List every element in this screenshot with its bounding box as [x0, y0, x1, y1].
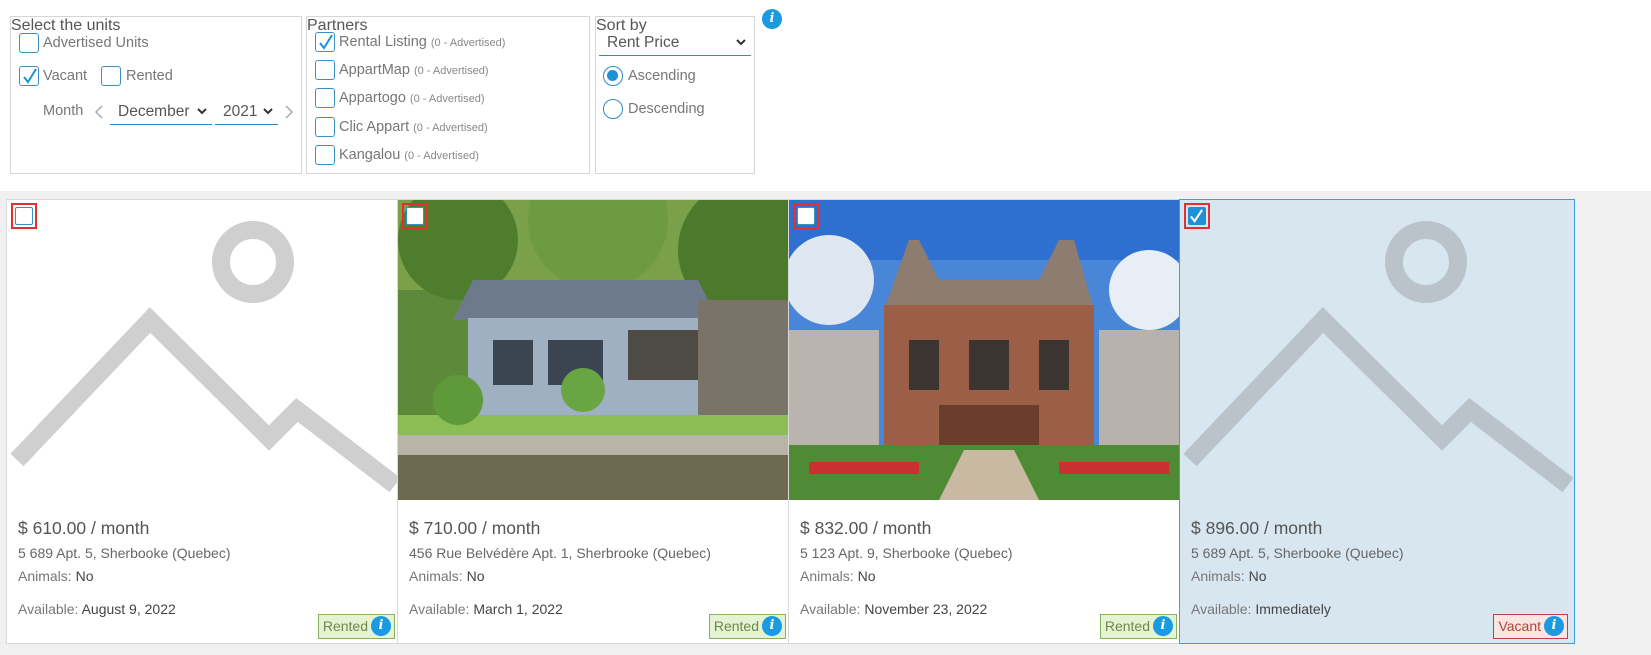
partner-checkbox-appartmap[interactable] [315, 60, 335, 80]
placeholder-image-icon [7, 200, 401, 500]
listing-animals: Animals: No [800, 568, 876, 584]
vacant-label[interactable]: Vacant [43, 68, 87, 84]
listing-availability: Available: Immediately [1191, 601, 1331, 617]
filters-info-icon[interactable]: i [762, 9, 782, 29]
listing-availability: Available: August 9, 2022 [18, 601, 176, 617]
listing-address: 5 123 Apt. 9, Sherbooke (Quebec) [800, 545, 1013, 561]
advertised-units-label[interactable]: Advertised Units [43, 35, 149, 51]
status-badge[interactable]: Rented i [1099, 614, 1177, 639]
status-badge[interactable]: Rented i [708, 614, 786, 639]
status-info-icon[interactable]: i [371, 616, 391, 636]
next-month-icon[interactable] [284, 104, 294, 120]
year-select[interactable]: 2021 [215, 99, 278, 125]
partner-label-kangalou[interactable]: Kangalou (0 - Advertised) [339, 147, 479, 163]
stone-building-photo [789, 200, 1183, 500]
partner-checkbox-rental-listing[interactable] [315, 32, 335, 52]
sort-descending-label[interactable]: Descending [628, 101, 705, 117]
advertised-units-checkbox[interactable] [19, 33, 39, 53]
listing-select-checkbox[interactable] [11, 203, 37, 229]
sort-ascending-radio[interactable] [603, 66, 623, 86]
placeholder-image-icon [1180, 200, 1574, 500]
listing-address: 456 Rue Belvédère Apt. 1, Sherbrooke (Qu… [409, 545, 711, 561]
partner-checkbox-kangalou[interactable] [315, 145, 335, 165]
listing-address: 5 689 Apt. 5, Sherbooke (Quebec) [18, 545, 231, 561]
listing-availability: Available: November 23, 2022 [800, 601, 988, 617]
status-info-icon[interactable]: i [762, 616, 782, 636]
partner-label-appartmap[interactable]: AppartMap (0 - Advertised) [339, 62, 489, 78]
listing-card[interactable]: $ 832.00 / month 5 123 Apt. 9, Sherbooke… [788, 199, 1184, 644]
status-badge[interactable]: Rented i [317, 614, 395, 639]
status-info-icon[interactable]: i [1544, 616, 1564, 636]
listing-price: $ 610.00 / month [18, 518, 150, 538]
chevron-down-icon [736, 39, 746, 46]
chevron-down-icon [197, 108, 207, 115]
listing-card[interactable]: $ 896.00 / month 5 689 Apt. 5, Sherbooke… [1179, 199, 1575, 644]
sort-field-select[interactable]: Rent Price [599, 30, 751, 56]
sort-field-value: Rent Price [607, 34, 680, 51]
listing-select-checkbox[interactable] [1184, 203, 1210, 229]
partner-label-rental-listing[interactable]: Rental Listing (0 - Advertised) [339, 34, 505, 50]
listing-card[interactable]: $ 710.00 / month 456 Rue Belvédère Apt. … [397, 199, 793, 644]
month-label: Month [43, 103, 84, 119]
listing-address: 5 689 Apt. 5, Sherbooke (Quebec) [1191, 545, 1404, 561]
partner-label-clic-appart[interactable]: Clic Appart (0 - Advertised) [339, 119, 488, 135]
listing-card[interactable]: $ 610.00 / month 5 689 Apt. 5, Sherbooke… [6, 199, 402, 644]
partner-checkbox-appartogo[interactable] [315, 88, 335, 108]
listing-animals: Animals: No [18, 568, 94, 584]
vacant-checkbox[interactable] [19, 66, 39, 86]
listing-price: $ 832.00 / month [800, 518, 932, 538]
listing-price: $ 896.00 / month [1191, 518, 1323, 538]
listing-price: $ 710.00 / month [409, 518, 541, 538]
chevron-down-icon [263, 108, 273, 115]
listing-select-checkbox[interactable] [402, 203, 428, 229]
sort-ascending-label[interactable]: Ascending [628, 68, 696, 84]
sort-descending-radio[interactable] [603, 99, 623, 119]
month-select-value: December [118, 103, 190, 120]
listing-select-checkbox[interactable] [793, 203, 819, 229]
status-badge[interactable]: Vacant i [1493, 614, 1568, 639]
rented-checkbox[interactable] [101, 66, 121, 86]
listing-animals: Animals: No [1191, 568, 1267, 584]
previous-month-icon[interactable] [94, 104, 104, 120]
listing-availability: Available: March 1, 2022 [409, 601, 563, 617]
listing-animals: Animals: No [409, 568, 485, 584]
lake-cottage-photo [398, 200, 792, 500]
month-select[interactable]: December [110, 99, 212, 125]
status-info-icon[interactable]: i [1153, 616, 1173, 636]
rented-label[interactable]: Rented [126, 68, 173, 84]
year-select-value: 2021 [223, 103, 258, 120]
units-filter-legend: Select the units [11, 17, 121, 34]
partner-checkbox-clic-appart[interactable] [315, 117, 335, 137]
partner-label-appartogo[interactable]: Appartogo (0 - Advertised) [339, 90, 485, 106]
